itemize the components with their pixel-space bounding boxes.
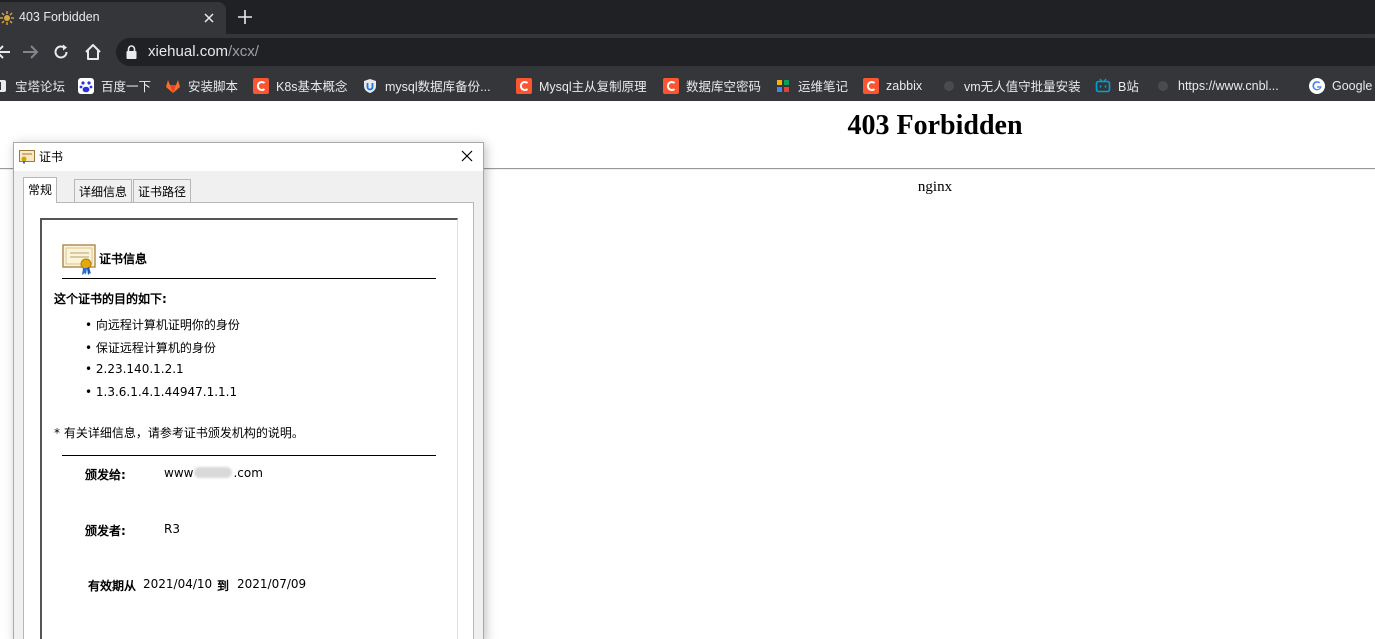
- csdn-icon: [863, 77, 879, 94]
- purpose-item: • 向远程计算机证明你的身份: [85, 318, 240, 332]
- close-icon[interactable]: [459, 148, 475, 164]
- issued-by-label: 颁发者:: [85, 524, 126, 538]
- certificate-small-icon: [19, 150, 35, 164]
- valid-to-value: 2021/07/09: [237, 577, 307, 591]
- puzzle-icon: [777, 79, 789, 92]
- bookmark-baidu[interactable]: 百度一下: [78, 70, 151, 101]
- purpose-item: • 保证远程计算机的身份: [85, 341, 216, 355]
- issued-to-label: 颁发给:: [85, 468, 126, 482]
- page-heading: 403 Forbidden: [847, 110, 1023, 141]
- bookmark-label: Google: [1332, 78, 1373, 93]
- google-icon: [1309, 77, 1325, 94]
- url-path: /xcx/: [228, 43, 259, 60]
- tab-certification-path[interactable]: 证书路径: [133, 179, 192, 203]
- bookmark-label: Mysql主从复制原理: [539, 80, 647, 94]
- issued-to-value[interactable]: www .com: [164, 466, 263, 480]
- tab-title: 403 Forbidden: [19, 10, 100, 24]
- issued-to-prefix: www: [164, 466, 194, 480]
- browser-toolbar: xiehual.com/xcx/: [0, 34, 1375, 70]
- bookmark-ops-notes[interactable]: 运维笔记: [775, 70, 848, 101]
- bookmark-zabbix[interactable]: zabbix: [863, 70, 922, 101]
- shield-u-icon: [364, 78, 376, 93]
- baota-icon: [0, 79, 6, 92]
- issued-to-suffix: .com: [233, 466, 263, 480]
- bookmark-db-empty-password[interactable]: 数据库空密码: [663, 70, 761, 101]
- bookmark-baota[interactable]: 宝塔论坛: [0, 70, 65, 101]
- bookmark-label: vm无人值守批量安装: [964, 80, 1081, 94]
- bilibili-icon: [1095, 78, 1111, 92]
- home-icon[interactable]: [83, 42, 103, 62]
- back-arrow-icon[interactable]: [0, 42, 14, 62]
- address-bar[interactable]: xiehual.com/xcx/: [116, 38, 1375, 66]
- certificate-icon: [62, 244, 96, 275]
- bookmarks-bar: 宝塔论坛 百度一下 安装脚本 K8s基本概念 mysql数据库备份... Mys…: [0, 70, 1375, 101]
- bookmark-google[interactable]: Google: [1309, 70, 1372, 101]
- url-host: xiehual.com: [148, 43, 229, 60]
- bookmark-mysql-replication[interactable]: Mysql主从复制原理: [516, 70, 647, 101]
- browser-tab[interactable]: 403 Forbidden: [0, 2, 226, 34]
- tab-details[interactable]: 详细信息: [74, 179, 133, 203]
- lock-icon[interactable]: [126, 45, 137, 59]
- forward-arrow-icon[interactable]: [20, 42, 40, 62]
- bookmark-label: 百度一下: [101, 80, 152, 94]
- generic-page-icon: [1158, 80, 1168, 91]
- details-rule: [62, 455, 436, 456]
- bookmark-vm-install[interactable]: vm无人值守批量安装: [941, 70, 1081, 101]
- bookmark-label: https://www.cnbl...: [1178, 78, 1279, 93]
- certificate-dialog: 证书 常规 详细信息 证书路径 证书信息 这个证书的目的如下: • 向远程计算机…: [13, 142, 484, 639]
- valid-from-value: 2021/04/10: [143, 577, 213, 591]
- general-tab-panel: 证书信息 这个证书的目的如下: • 向远程计算机证明你的身份 • 保证远程计算机…: [23, 202, 474, 639]
- tab-general[interactable]: 常规: [23, 177, 58, 203]
- csdn-icon: [516, 77, 532, 94]
- sun-favicon-icon: [0, 11, 14, 25]
- bookmark-cnblogs[interactable]: https://www.cnbl...: [1155, 70, 1279, 101]
- bookmark-label: zabbix: [886, 78, 923, 93]
- purpose-heading: 这个证书的目的如下:: [54, 292, 167, 306]
- bookmark-label: B站: [1118, 80, 1139, 94]
- valid-from-label: 有效期从: [88, 579, 137, 593]
- csdn-icon: [663, 77, 679, 94]
- bookmark-bilibili[interactable]: B站: [1095, 70, 1139, 101]
- new-tab-icon[interactable]: [236, 8, 254, 26]
- bookmark-label: 宝塔论坛: [15, 80, 66, 94]
- baidu-icon: [78, 77, 94, 94]
- header-rule: [62, 278, 436, 279]
- reload-icon[interactable]: [51, 42, 71, 62]
- csdn-icon: [253, 77, 269, 94]
- bookmark-label: 安装脚本: [188, 80, 239, 94]
- certificate-info-heading: 证书信息: [99, 252, 148, 266]
- dialog-title: 证书: [39, 150, 64, 164]
- redacted-blur: [194, 467, 233, 478]
- dialog-titlebar[interactable]: 证书: [14, 143, 483, 171]
- bookmark-label: K8s基本概念: [276, 80, 348, 94]
- issuer-statement-note: * 有关详细信息，请参考证书颁发机构的说明。: [54, 426, 304, 440]
- purpose-item: • 1.3.6.1.4.1.44947.1.1.1: [85, 385, 238, 399]
- bookmark-mysql-backup[interactable]: mysql数据库备份...: [362, 70, 491, 101]
- gitlab-icon: [166, 79, 180, 93]
- generic-page-icon: [944, 80, 954, 91]
- certificate-info-box: 证书信息 这个证书的目的如下: • 向远程计算机证明你的身份 • 保证远程计算机…: [40, 218, 458, 639]
- bookmark-label: mysql数据库备份...: [385, 80, 491, 94]
- tab-close-icon[interactable]: [201, 10, 217, 26]
- bookmark-label: 数据库空密码: [686, 80, 762, 94]
- tab-strip: 403 Forbidden: [0, 0, 1375, 34]
- url-text[interactable]: xiehual.com/xcx/: [148, 43, 259, 60]
- purpose-item: • 2.23.140.1.2.1: [85, 362, 184, 376]
- valid-to-label: 到: [217, 579, 230, 593]
- bookmark-install-script[interactable]: 安装脚本: [165, 70, 238, 101]
- bookmark-label: 运维笔记: [798, 80, 849, 94]
- bookmark-k8s[interactable]: K8s基本概念: [253, 70, 348, 101]
- issued-by-value[interactable]: R3: [164, 522, 180, 536]
